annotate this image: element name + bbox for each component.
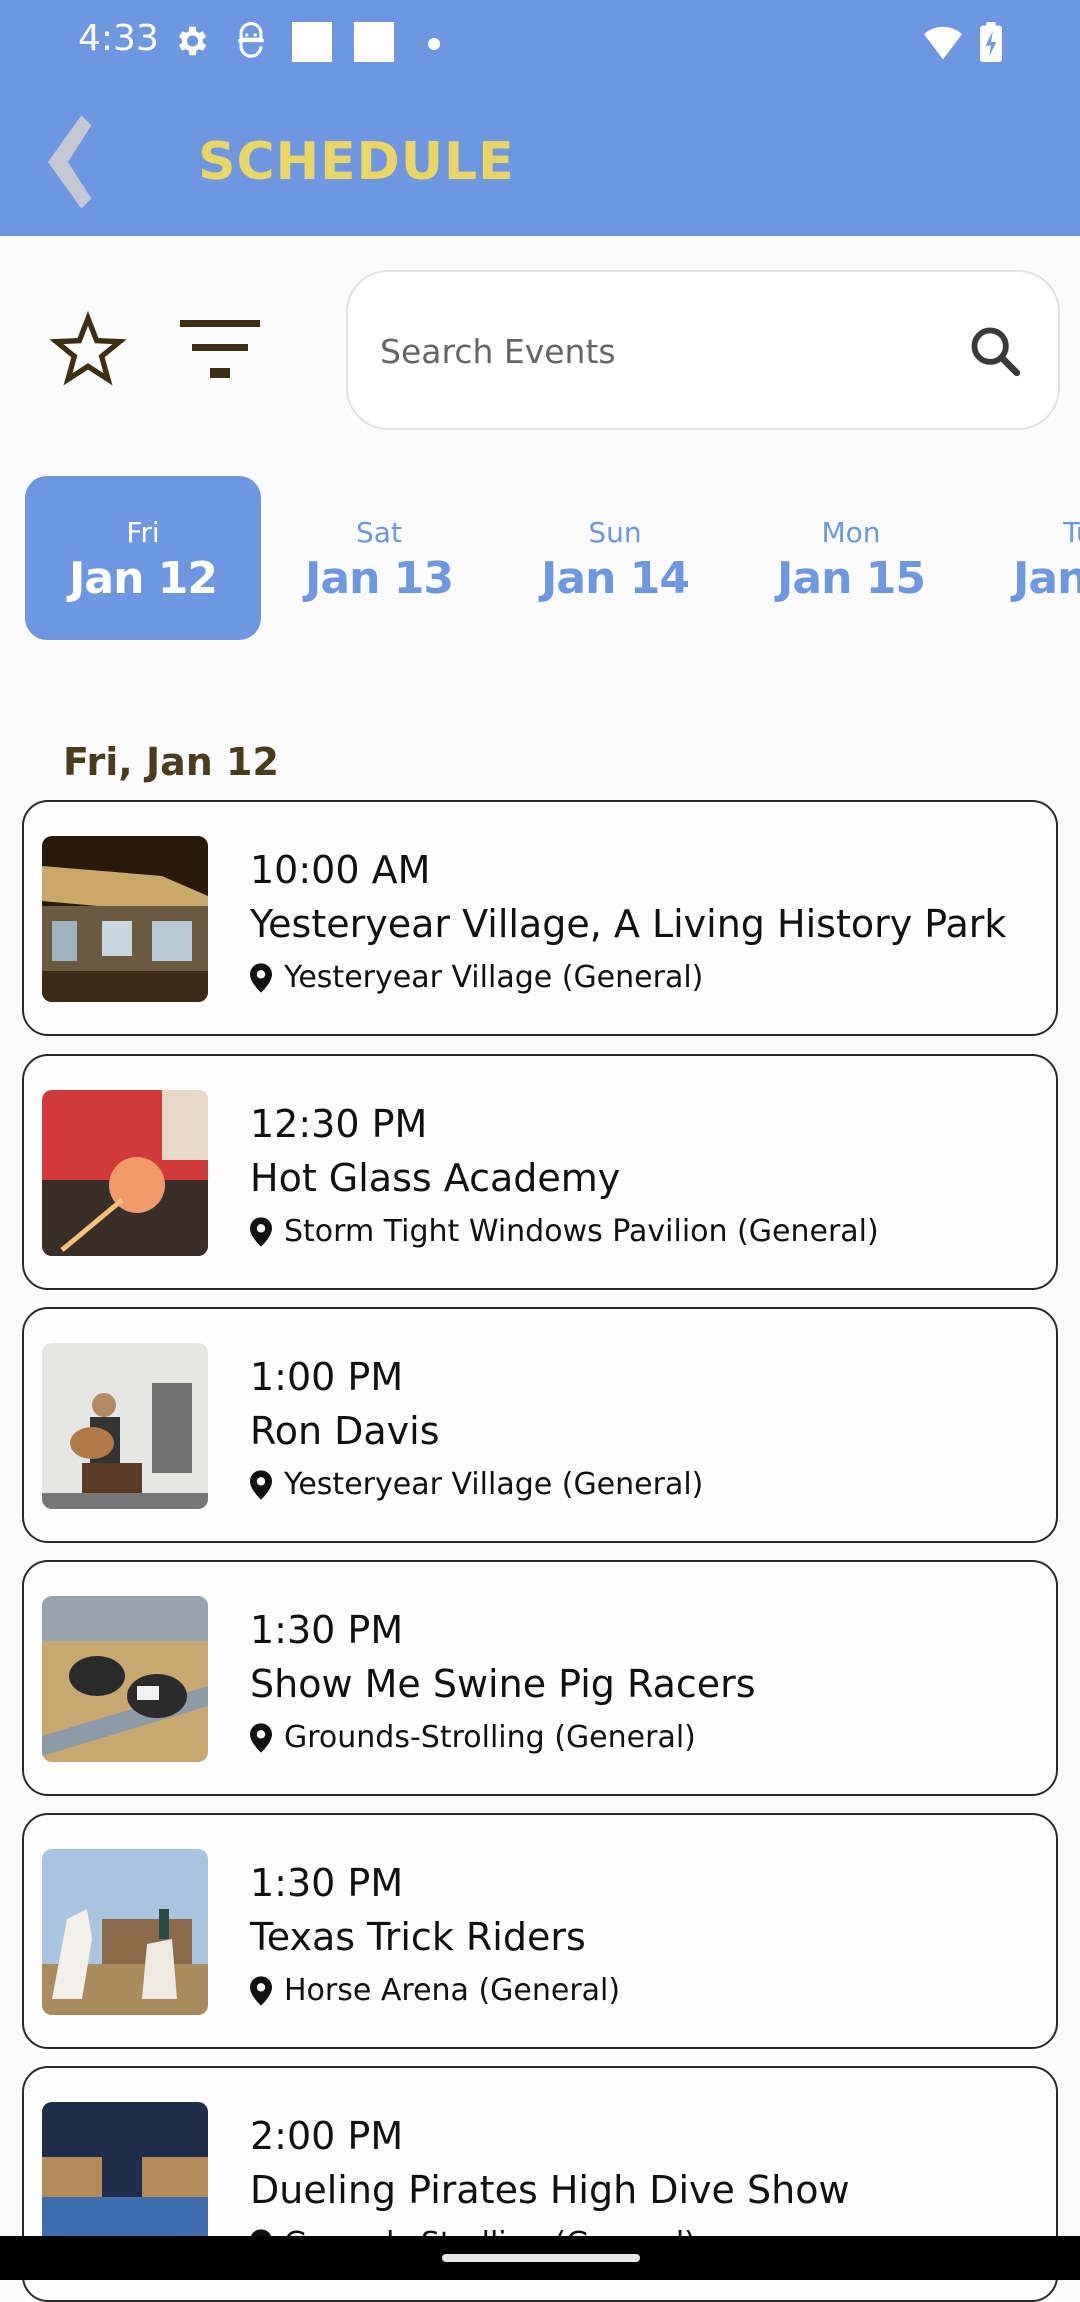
notification-square-icon bbox=[354, 22, 394, 62]
event-card[interactable]: 10:00 AM Yesteryear Village, A Living Hi… bbox=[22, 800, 1058, 1036]
event-location: Yesteryear Village (General) bbox=[250, 960, 703, 995]
event-title: Dueling Pirates High Dive Show bbox=[250, 2168, 850, 2212]
date-tab-sat-jan-13[interactable]: Sat Jan 13 bbox=[261, 476, 497, 640]
event-image-pig-racers bbox=[42, 1596, 208, 1762]
event-card[interactable]: 1:30 PM Show Me Swine Pig Racers Grounds… bbox=[22, 1560, 1058, 1796]
date-tab-mon-jan-15[interactable]: Mon Jan 15 bbox=[733, 476, 969, 640]
event-location-text: Grounds-Strolling (General) bbox=[284, 1720, 696, 1755]
event-location-text: Storm Tight Windows Pavilion (General) bbox=[284, 1214, 879, 1249]
location-pin-icon bbox=[250, 963, 272, 993]
date-tab-date: Jan 16 bbox=[1013, 553, 1080, 604]
star-outline-icon bbox=[49, 310, 127, 386]
event-time: 1:30 PM bbox=[250, 1861, 404, 1905]
event-time: 12:30 PM bbox=[250, 1102, 428, 1146]
date-tab-date: Jan 12 bbox=[69, 553, 218, 604]
event-location-text: Yesteryear Village (General) bbox=[284, 960, 704, 995]
status-bar: 4:33 bbox=[0, 0, 1080, 82]
back-button[interactable] bbox=[38, 112, 118, 212]
event-image-trick-riders bbox=[42, 1849, 208, 2015]
date-tab-tue-jan-16[interactable]: Tue Jan 16 bbox=[969, 476, 1080, 640]
battery-charging-icon bbox=[980, 22, 1002, 62]
event-location-text: Yesteryear Village (General) bbox=[284, 1467, 704, 1502]
location-pin-icon bbox=[250, 1470, 272, 1500]
settings-icon bbox=[178, 26, 207, 56]
filter-icon bbox=[180, 320, 260, 378]
event-image-hot-glass-academy bbox=[42, 1090, 208, 1256]
date-tab-dow: Sat bbox=[356, 516, 402, 549]
event-title: Ron Davis bbox=[250, 1409, 440, 1453]
event-card[interactable]: 1:00 PM Ron Davis Yesteryear Village (Ge… bbox=[22, 1307, 1058, 1543]
location-pin-icon bbox=[250, 1976, 272, 2006]
event-image-yesteryear-village bbox=[42, 836, 208, 1002]
location-pin-icon bbox=[250, 1723, 272, 1753]
date-tab-date: Jan 15 bbox=[777, 553, 926, 604]
event-location: Storm Tight Windows Pavilion (General) bbox=[250, 1214, 879, 1249]
date-tab-dow: Tue bbox=[1063, 516, 1080, 549]
date-tab-dow: Mon bbox=[821, 516, 881, 549]
dot-icon bbox=[428, 38, 440, 50]
favorites-button[interactable] bbox=[48, 310, 128, 390]
system-nav-bar bbox=[0, 2236, 1080, 2280]
event-time: 10:00 AM bbox=[250, 848, 431, 892]
event-location: Horse Arena (General) bbox=[250, 1973, 620, 2008]
search-field[interactable] bbox=[346, 270, 1060, 430]
event-title: Show Me Swine Pig Racers bbox=[250, 1662, 756, 1706]
date-tab-fri-jan-12[interactable]: Fri Jan 12 bbox=[25, 476, 261, 640]
event-time: 1:00 PM bbox=[250, 1355, 404, 1399]
event-image-ron-davis bbox=[42, 1343, 208, 1509]
wifi-icon bbox=[924, 26, 962, 60]
event-location: Grounds-Strolling (General) bbox=[250, 1720, 696, 1755]
event-title: Texas Trick Riders bbox=[250, 1915, 586, 1959]
date-tab-date: Jan 14 bbox=[541, 553, 690, 604]
location-pin-icon bbox=[250, 1217, 272, 1247]
event-location: Yesteryear Village (General) bbox=[250, 1467, 703, 1502]
page-title: SCHEDULE bbox=[198, 132, 515, 192]
filter-button[interactable] bbox=[180, 320, 260, 380]
date-tab-date: Jan 13 bbox=[305, 553, 454, 604]
date-tab-sun-jan-14[interactable]: Sun Jan 14 bbox=[497, 476, 733, 640]
home-gesture-handle[interactable] bbox=[442, 2254, 640, 2262]
event-title: Yesteryear Village, A Living History Par… bbox=[250, 902, 1007, 946]
app-bar: SCHEDULE bbox=[0, 82, 1080, 236]
section-heading: Fri, Jan 12 bbox=[63, 740, 279, 784]
notification-square-icon bbox=[292, 22, 332, 62]
event-card[interactable]: 12:30 PM Hot Glass Academy Storm Tight W… bbox=[22, 1054, 1058, 1290]
event-title: Hot Glass Academy bbox=[250, 1156, 621, 1200]
status-time: 4:33 bbox=[78, 18, 159, 59]
search-input[interactable] bbox=[380, 322, 940, 380]
date-selector: Fri Jan 12 Sat Jan 13 Sun Jan 14 Mon Jan… bbox=[0, 476, 1080, 640]
event-time: 2:00 PM bbox=[250, 2114, 404, 2158]
android-debug-icon bbox=[238, 22, 264, 58]
date-tab-dow: Sun bbox=[588, 516, 642, 549]
search-icon[interactable] bbox=[966, 322, 1024, 380]
event-location-text: Horse Arena (General) bbox=[284, 1973, 621, 2008]
event-card[interactable]: 1:30 PM Texas Trick Riders Horse Arena (… bbox=[22, 1813, 1058, 2049]
date-tab-dow: Fri bbox=[126, 516, 160, 549]
chevron-left-icon bbox=[48, 115, 92, 209]
event-time: 1:30 PM bbox=[250, 1608, 404, 1652]
